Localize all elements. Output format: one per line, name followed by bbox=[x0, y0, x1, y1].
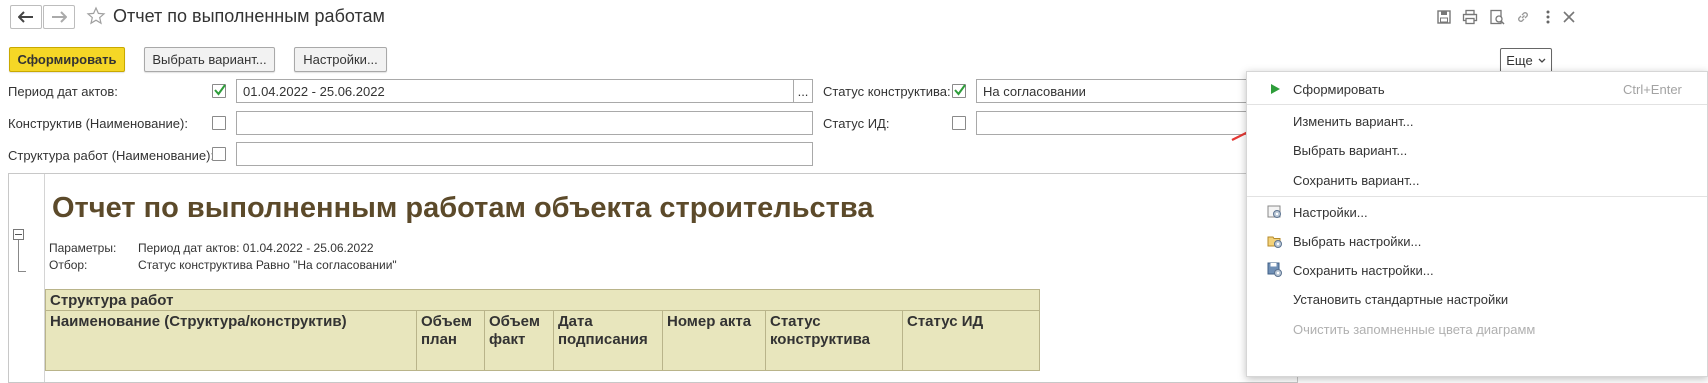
period-checkbox[interactable] bbox=[212, 84, 226, 98]
back-button[interactable] bbox=[10, 5, 42, 29]
menu-item-shortcut: Ctrl+Enter bbox=[1623, 81, 1682, 97]
collapse-group-icon[interactable] bbox=[13, 229, 24, 240]
column-header-fact-volume: Объем факт bbox=[485, 311, 554, 371]
menu-separator bbox=[1247, 196, 1707, 197]
menu-item-label: Очистить запомненные цвета диаграмм bbox=[1293, 321, 1536, 337]
column-header-name: Наименование (Структура/конструктив) bbox=[45, 311, 417, 371]
params-label: Параметры: bbox=[49, 241, 117, 255]
more-button[interactable]: Еще bbox=[1500, 48, 1552, 73]
menu-item-clear-chart-colors: Очистить запомненные цвета диаграмм bbox=[1247, 315, 1707, 343]
menu-item-label: Выбрать вариант... bbox=[1293, 142, 1408, 158]
preview-icon[interactable] bbox=[1487, 7, 1507, 27]
check-icon bbox=[214, 84, 226, 96]
folder-gear-icon bbox=[1267, 236, 1282, 248]
menu-item-label: Изменить вариант... bbox=[1293, 113, 1414, 129]
table-group-header: Структура работ bbox=[45, 289, 1040, 311]
save-icon[interactable] bbox=[1434, 7, 1454, 27]
column-header-act-number: Номер акта bbox=[663, 311, 766, 371]
menu-item-change-variant[interactable]: Изменить вариант... bbox=[1247, 107, 1707, 135]
column-header-id-status: Статус ИД bbox=[903, 311, 1040, 371]
structure-input[interactable] bbox=[236, 142, 813, 166]
settings-gear-icon bbox=[1267, 205, 1281, 218]
id-status-label: Статус ИД: bbox=[823, 116, 890, 131]
period-label: Период дат актов: bbox=[8, 84, 118, 99]
link-icon[interactable] bbox=[1513, 7, 1533, 27]
construct-status-checkbox[interactable] bbox=[952, 84, 966, 98]
close-icon[interactable] bbox=[1559, 7, 1579, 27]
column-header-construct-status: Статус конструктива bbox=[766, 311, 903, 371]
menu-item-label: Сохранить настройки... bbox=[1293, 262, 1434, 278]
id-status-input[interactable] bbox=[976, 111, 1266, 135]
generate-button[interactable]: Сформировать bbox=[9, 47, 125, 72]
column-header-sign-date: Дата подписания bbox=[554, 311, 663, 371]
structure-checkbox[interactable] bbox=[212, 147, 226, 161]
filter-value: Статус конструктива Равно "На согласован… bbox=[138, 258, 397, 272]
filter-label: Отбор: bbox=[49, 258, 88, 272]
menu-item-generate[interactable]: Сформировать Ctrl+Enter bbox=[1247, 75, 1707, 103]
menu-item-label: Сохранить вариант... bbox=[1293, 172, 1420, 188]
construct-status-label: Статус конструктива: bbox=[823, 84, 951, 99]
id-status-checkbox[interactable] bbox=[952, 116, 966, 130]
settings-button[interactable]: Настройки... bbox=[294, 47, 387, 72]
construct-label: Конструктив (Наименование): bbox=[8, 116, 188, 131]
favorite-star-icon[interactable] bbox=[86, 6, 106, 29]
more-button-label: Еще bbox=[1506, 53, 1533, 68]
period-select-button[interactable]: ... bbox=[793, 79, 813, 103]
more-dropdown-menu: Сформировать Ctrl+Enter Изменить вариант… bbox=[1246, 71, 1708, 377]
forward-button[interactable] bbox=[43, 5, 75, 29]
params-value: Период дат актов: 01.04.2022 - 25.06.202… bbox=[138, 241, 374, 255]
structure-label: Структура работ (Наименование): bbox=[8, 148, 215, 163]
report-area[interactable]: Отчет по выполненным работам объекта стр… bbox=[8, 173, 1298, 383]
choose-variant-button[interactable]: Выбрать вариант... bbox=[144, 47, 275, 72]
menu-item-settings[interactable]: Настройки... bbox=[1247, 198, 1707, 226]
menu-item-choose-variant[interactable]: Выбрать вариант... bbox=[1247, 136, 1707, 164]
menu-item-save-settings[interactable]: Сохранить настройки... bbox=[1247, 256, 1707, 284]
menu-item-label: Настройки... bbox=[1293, 204, 1368, 220]
group-bracket-foot bbox=[18, 271, 26, 272]
menu-item-save-variant[interactable]: Сохранить вариант... bbox=[1247, 166, 1707, 194]
window-title: Отчет по выполненным работам bbox=[113, 6, 385, 26]
menu-item-choose-settings[interactable]: Выбрать настройки... bbox=[1247, 227, 1707, 255]
group-bracket-line bbox=[18, 240, 19, 272]
menu-item-label: Сформировать bbox=[1293, 81, 1385, 97]
period-input[interactable]: 01.04.2022 - 25.06.2022 bbox=[236, 79, 794, 103]
print-icon[interactable] bbox=[1460, 7, 1480, 27]
save-gear-icon bbox=[1267, 262, 1282, 277]
menu-separator bbox=[1247, 104, 1707, 105]
arrow-right-icon bbox=[52, 11, 67, 23]
menu-item-label: Выбрать настройки... bbox=[1293, 233, 1422, 249]
menu-item-label: Установить стандартные настройки bbox=[1293, 291, 1509, 307]
menu-item-default-settings[interactable]: Установить стандартные настройки bbox=[1247, 285, 1707, 313]
check-icon bbox=[954, 84, 966, 96]
construct-checkbox[interactable] bbox=[212, 116, 226, 130]
construct-status-input[interactable]: На согласовании bbox=[976, 79, 1266, 103]
arrow-left-icon bbox=[18, 11, 33, 23]
play-icon bbox=[1271, 84, 1280, 94]
column-header-plan-volume: Объем план bbox=[417, 311, 485, 371]
report-title: Отчет по выполненным работам объекта стр… bbox=[52, 192, 874, 224]
more-vertical-icon[interactable] bbox=[1538, 7, 1558, 27]
chevron-down-icon bbox=[1538, 58, 1546, 63]
construct-input[interactable] bbox=[236, 111, 813, 135]
